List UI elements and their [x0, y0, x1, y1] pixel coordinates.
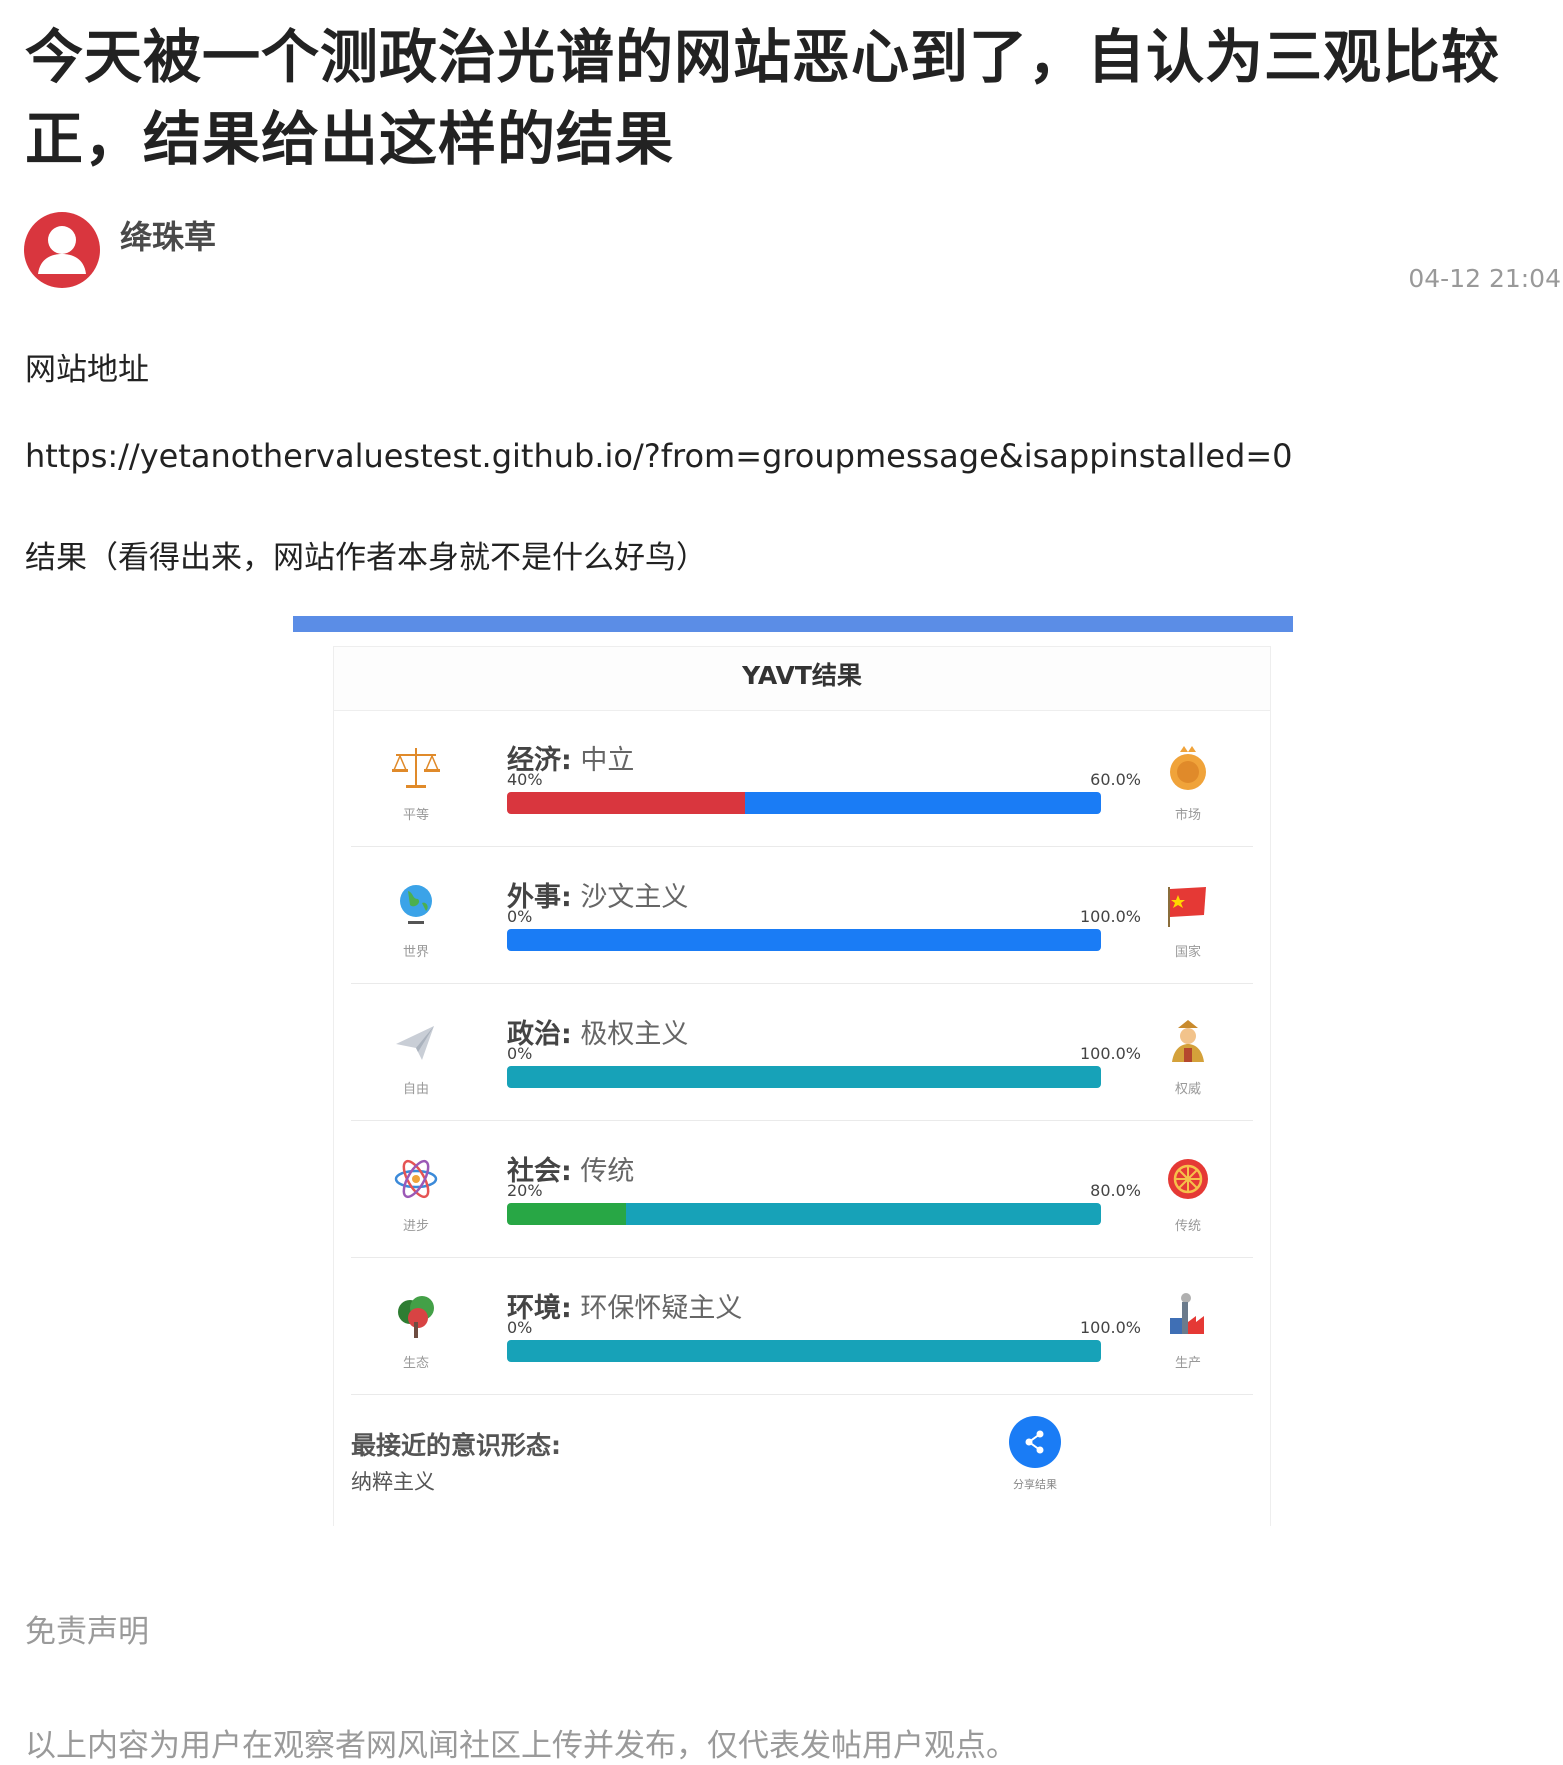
result-card: YAVT结果 平等 经济: 中立 40% 60.0% 市场 世界 外事: 沙文主…: [333, 646, 1271, 1526]
disclaimer-text: 以上内容为用户在观察者网风闻社区上传并发布，仅代表发帖用户观点。: [25, 1728, 1017, 1764]
axis-right: 市场: [1148, 710, 1228, 823]
axis-right-percent: 100.0%: [1079, 1318, 1141, 1337]
result-screenshot: YAVT结果 平等 经济: 中立 40% 60.0% 市场 世界 外事: 沙文主…: [293, 616, 1293, 1526]
axis-right-percent: 100.0%: [1079, 907, 1141, 926]
author-avatar[interactable]: [24, 212, 100, 288]
axis-left: 世界: [376, 847, 456, 960]
disclaimer-title: 免责声明: [25, 1614, 149, 1650]
factory-icon: [1160, 1288, 1216, 1344]
axis-left-percent: 40%: [507, 770, 543, 789]
axis-right-label: 权威: [1174, 1082, 1201, 1097]
axis-left-label: 平等: [402, 808, 429, 823]
share-button[interactable]: [1009, 1416, 1061, 1468]
axis-bar-right: [744, 792, 1101, 814]
axis-right-label: 市场: [1174, 808, 1201, 823]
atom-icon: [388, 1151, 444, 1207]
axis-left-label: 进步: [402, 1219, 429, 1234]
paragraph-site-label: 网站地址: [25, 352, 149, 388]
axis-row-diplomacy: 世界 外事: 沙文主义 0% 100.0% 国家: [351, 847, 1253, 984]
axis-right: 权威: [1148, 984, 1228, 1097]
paragraph-url[interactable]: https://yetanothervaluestest.github.io/?…: [25, 437, 1292, 475]
coin-icon: [1160, 740, 1216, 796]
axis-bar-left: [507, 792, 745, 814]
paragraph-result-note: 结果（看得出来，网站作者本身就不是什么好鸟）: [25, 540, 707, 576]
axis-bar: [507, 1340, 1101, 1362]
axis-bar: [507, 929, 1101, 951]
axis-right-percent: 80.0%: [1090, 1181, 1141, 1200]
closest-ideology-value: 纳粹主义: [351, 1470, 435, 1494]
axis-row-civil: 自由 政治: 极权主义 0% 100.0% 权威: [351, 984, 1253, 1121]
paper-plane-icon: [388, 1014, 444, 1070]
axis-bar: [507, 1066, 1101, 1088]
axis-right: 生产: [1148, 1258, 1228, 1371]
axis-left-percent: 0%: [507, 1318, 533, 1337]
closest-ideology-label: 最接近的意识形态:: [351, 1431, 561, 1460]
axis-right: 国家: [1148, 847, 1228, 960]
axis-bar-right: [507, 929, 1101, 951]
axis-title: 政治: 极权主义: [507, 1012, 688, 1051]
axis-right-percent: 100.0%: [1079, 1044, 1141, 1063]
axis-left: 生态: [376, 1258, 456, 1371]
axis-value: 沙文主义: [580, 882, 689, 913]
axis-left-label: 生态: [402, 1356, 429, 1371]
axis-bar-right: [625, 1203, 1101, 1225]
axis-left-percent: 20%: [507, 1181, 543, 1200]
author-name[interactable]: 绛珠草: [120, 212, 216, 258]
axis-right-label: 传统: [1174, 1219, 1201, 1234]
axis-value: 极权主义: [580, 1019, 689, 1050]
axis-left-label: 自由: [402, 1082, 429, 1097]
axis-value: 环保怀疑主义: [580, 1293, 743, 1324]
axis-bar-right: [507, 1340, 1101, 1362]
axis-row-economy: 平等 经济: 中立 40% 60.0% 市场: [351, 710, 1253, 847]
axis-bar-right: [507, 1066, 1101, 1088]
axis-left: 进步: [376, 1121, 456, 1234]
axis-right: 传统: [1148, 1121, 1228, 1234]
share-label: 分享结果: [1013, 1478, 1057, 1491]
axis-value: 中立: [580, 745, 635, 776]
flag-icon: [1160, 877, 1216, 933]
axis-bar: [507, 1203, 1101, 1225]
axis-right-label: 生产: [1174, 1356, 1201, 1371]
axis-left: 自由: [376, 984, 456, 1097]
emperor-icon: [1160, 1014, 1216, 1070]
globe-icon: [388, 877, 444, 933]
tree-icon: [388, 1288, 444, 1344]
axis-value: 传统: [580, 1156, 635, 1187]
user-silhouette-icon: [38, 226, 86, 274]
axis-right-percent: 60.0%: [1090, 770, 1141, 789]
axis-bar: [507, 792, 1101, 814]
axis-left-percent: 0%: [507, 1044, 533, 1063]
post-title: 今天被一个测政治光谱的网站恶心到了，自认为三观比较正，结果给出这样的结果: [25, 23, 1501, 173]
axis-title: 外事: 沙文主义: [507, 875, 688, 914]
post-time: 04-12 21:04: [1408, 264, 1561, 293]
axis-left-label: 世界: [402, 945, 429, 960]
axis-left: 平等: [376, 710, 456, 823]
axis-row-society: 进步 社会: 传统 20% 80.0% 传统: [351, 1121, 1253, 1258]
axis-title: 环境: 环保怀疑主义: [507, 1286, 742, 1325]
scales-icon: [388, 740, 444, 796]
axis-bar-left: [507, 1203, 626, 1225]
dharma-wheel-icon: [1160, 1151, 1216, 1207]
accent-bar: [293, 616, 1293, 632]
share-icon: [1025, 1430, 1044, 1454]
axis-left-percent: 0%: [507, 907, 533, 926]
result-header: YAVT结果: [334, 646, 1270, 711]
axis-row-environment: 生态 环境: 环保怀疑主义 0% 100.0% 生产: [351, 1258, 1253, 1395]
axis-right-label: 国家: [1174, 945, 1201, 960]
